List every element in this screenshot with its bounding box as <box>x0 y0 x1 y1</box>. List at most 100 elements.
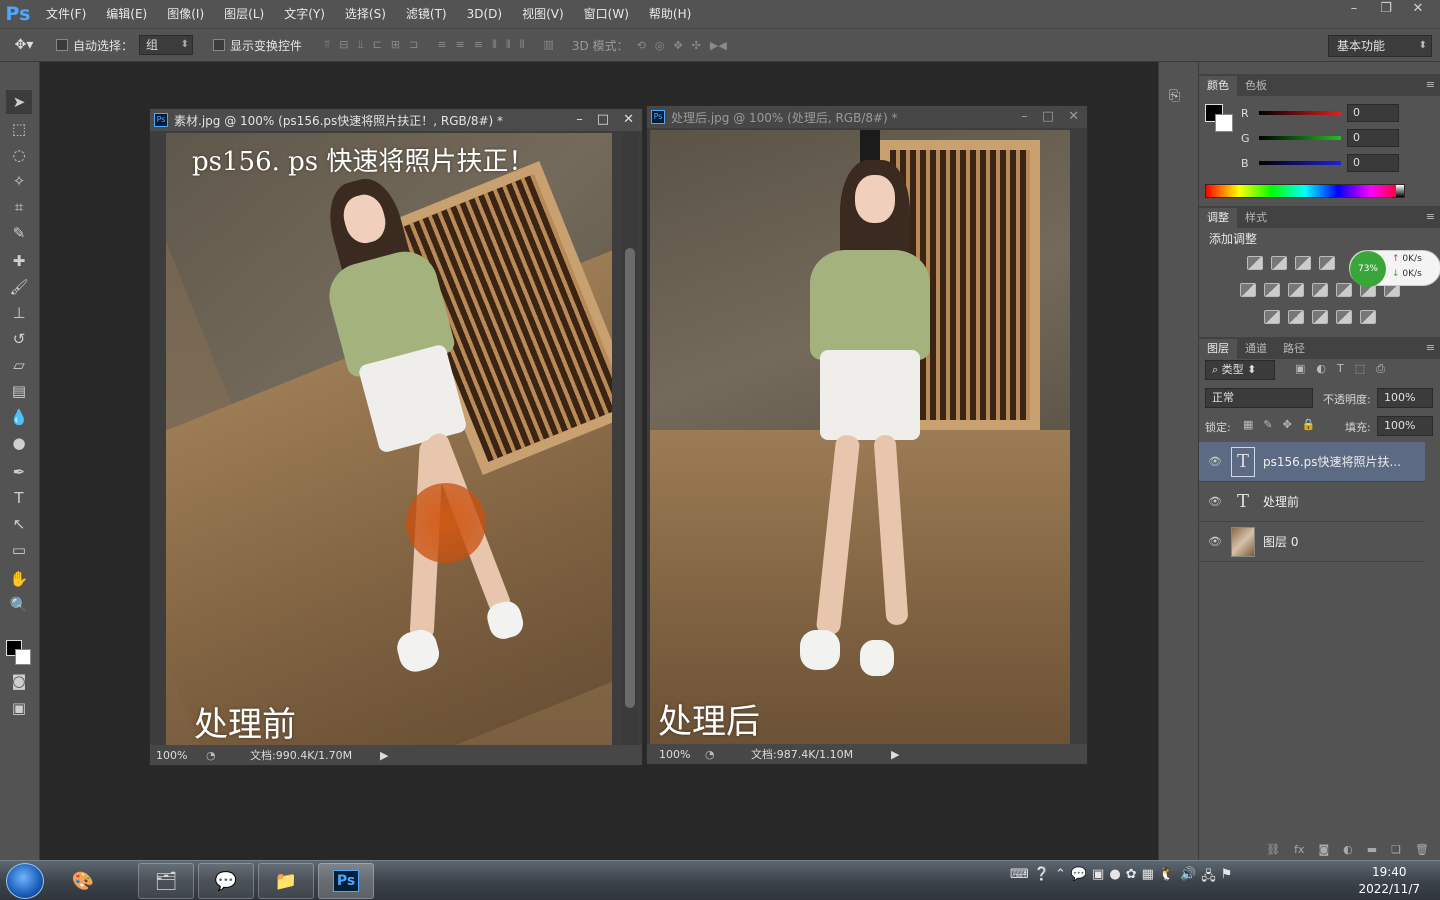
gradient-map-icon[interactable] <box>1360 310 1376 324</box>
align-vcenter-icon[interactable]: ⊟ <box>339 38 348 52</box>
doc-maximize-icon[interactable]: □ <box>1042 106 1054 128</box>
hue-saturation-icon[interactable] <box>1264 283 1280 297</box>
invert-icon[interactable] <box>1264 310 1280 324</box>
status-menu-arrow-icon[interactable]: ▶ <box>891 748 899 761</box>
qq-icon[interactable]: 🐧 <box>1159 867 1175 889</box>
distribute-left-icon[interactable]: ⦀ <box>492 38 497 52</box>
move-tool-preset-icon[interactable]: ✥▾ <box>0 37 48 53</box>
filter-smart-object-icon[interactable]: ⎙ <box>1376 362 1385 376</box>
selective-color-icon[interactable] <box>1336 310 1352 324</box>
menu-image[interactable]: 图像(I) <box>157 0 214 28</box>
hand-tool-icon[interactable]: ✋ <box>6 567 32 591</box>
close-button[interactable]: ✕ <box>1404 0 1432 20</box>
tray-app-icon[interactable]: ▣ <box>1092 867 1104 889</box>
panel-menu-icon[interactable]: ≡ <box>1426 210 1435 223</box>
start-button[interactable] <box>6 863 44 899</box>
taskbar-app-icon[interactable]: 🗂 <box>138 863 194 899</box>
healing-brush-tool-icon[interactable]: ✚ <box>6 249 32 273</box>
align-top-icon[interactable]: ⫪ <box>324 38 330 52</box>
panel-menu-icon[interactable]: ≡ <box>1426 78 1435 91</box>
status-info-icon[interactable]: ◔ <box>206 749 222 762</box>
fill-field[interactable]: 100% <box>1377 416 1433 436</box>
3d-slide-icon[interactable]: ✣ <box>692 39 701 52</box>
canvas[interactable]: 处理后 <box>650 130 1070 746</box>
quick-mask-icon[interactable]: ◙ <box>6 669 32 693</box>
zoom-tool-icon[interactable]: 🔍 <box>6 593 32 617</box>
tab-layers[interactable]: 图层 <box>1199 339 1237 359</box>
crop-tool-icon[interactable]: ⌗ <box>6 195 32 219</box>
black-white-icon[interactable] <box>1312 283 1328 297</box>
doc-maximize-icon[interactable]: □ <box>597 109 609 131</box>
slider-r-track[interactable] <box>1259 111 1341 115</box>
scrollbar-thumb[interactable] <box>625 248 635 708</box>
pen-tool-icon[interactable]: ✒ <box>6 460 32 484</box>
align-right-icon[interactable]: ⊐ <box>409 38 418 52</box>
status-info-icon[interactable]: ◔ <box>705 748 721 761</box>
status-menu-arrow-icon[interactable]: ▶ <box>380 749 388 762</box>
doc-close-icon[interactable]: ✕ <box>1068 106 1079 128</box>
menu-file[interactable]: 文件(F) <box>36 0 96 28</box>
show-transform-checkbox[interactable] <box>213 39 226 51</box>
vibrance-icon[interactable] <box>1240 283 1256 297</box>
dodge-tool-icon[interactable]: ● <box>6 431 32 455</box>
doc-minimize-icon[interactable]: – <box>576 109 583 131</box>
document-title-bar[interactable]: Ps 素材.jpg @ 100% (ps156.ps快速将照片扶正！, RGB/… <box>150 109 642 131</box>
menu-type[interactable]: 文字(Y) <box>274 0 335 28</box>
auto-align-icon[interactable]: ▥ <box>544 38 554 52</box>
layer-row[interactable]: 👁 图层 0 <box>1199 522 1425 562</box>
screen-mode-icon[interactable]: ▣ <box>6 696 32 720</box>
tab-channels[interactable]: 通道 <box>1237 339 1275 359</box>
menu-help[interactable]: 帮助(H) <box>639 0 701 28</box>
photo-filter-icon[interactable] <box>1336 283 1352 297</box>
distribute-top-icon[interactable]: ≡ <box>437 38 446 52</box>
eyedropper-tool-icon[interactable]: ✎ <box>6 221 32 245</box>
blend-mode-dropdown[interactable]: 正常 <box>1205 388 1313 408</box>
visibility-eye-icon[interactable]: 👁 <box>1199 535 1231 548</box>
tab-styles[interactable]: 样式 <box>1237 208 1275 228</box>
delete-layer-icon[interactable]: 🗑 <box>1415 840 1429 860</box>
tray-app-icon[interactable]: ▦ <box>1142 867 1154 889</box>
menu-view[interactable]: 视图(V) <box>512 0 574 28</box>
lock-transparent-icon[interactable]: ▦ <box>1243 418 1253 431</box>
levels-icon[interactable] <box>1271 256 1287 270</box>
blur-tool-icon[interactable]: 💧 <box>6 405 32 429</box>
magic-wand-tool-icon[interactable]: ✧ <box>6 169 32 193</box>
filter-type-icon[interactable]: T <box>1337 362 1344 376</box>
menu-select[interactable]: 选择(S) <box>335 0 396 28</box>
menu-layer[interactable]: 图层(L) <box>214 0 274 28</box>
distribute-bottom-icon[interactable]: ≡ <box>474 38 483 52</box>
align-hcenter-icon[interactable]: ⊞ <box>391 38 400 52</box>
history-brush-tool-icon[interactable]: ↺ <box>6 327 32 351</box>
3d-rotate-icon[interactable]: ⟲ <box>637 39 646 52</box>
restore-button[interactable]: ❐ <box>1372 0 1400 20</box>
align-bottom-icon[interactable]: ⫫ <box>357 38 363 52</box>
panel-menu-icon[interactable]: ≡ <box>1426 341 1435 354</box>
flag-icon[interactable]: ⚑ <box>1221 867 1233 889</box>
path-selection-tool-icon[interactable]: ↖ <box>6 512 32 536</box>
slider-g-track[interactable] <box>1259 136 1341 140</box>
minimize-button[interactable]: – <box>1340 0 1368 20</box>
3d-roll-icon[interactable]: ◎ <box>655 39 665 52</box>
color-spectrum-bar[interactable] <box>1205 184 1405 198</box>
file-explorer-icon[interactable]: 📁 <box>258 863 314 899</box>
3d-drag-icon[interactable]: ✥ <box>673 39 682 52</box>
tab-color[interactable]: 颜色 <box>1199 76 1237 96</box>
slider-b-track[interactable] <box>1259 161 1341 165</box>
zoom-level[interactable]: 100% <box>659 748 705 761</box>
lasso-tool-icon[interactable]: ◌ <box>6 143 32 167</box>
distribute-right-icon[interactable]: ⦀ <box>520 38 525 52</box>
new-adjustment-icon[interactable]: ◐ <box>1343 840 1353 860</box>
taskbar-clock[interactable]: 19:40 2022/11/7 <box>1358 864 1420 898</box>
visibility-eye-icon[interactable]: 👁 <box>1199 495 1231 508</box>
brightness-contrast-icon[interactable] <box>1247 256 1263 270</box>
photoshop-taskbar-icon[interactable]: Ps <box>318 863 374 899</box>
layer-filter-dropdown[interactable]: ⌕ 类型 ⬍ <box>1205 360 1275 380</box>
workspace-dropdown[interactable]: 基本功能 <box>1328 35 1432 57</box>
add-mask-icon[interactable]: ◙ <box>1318 840 1329 860</box>
gradient-tool-icon[interactable]: ▤ <box>6 379 32 403</box>
new-layer-icon[interactable]: ❏ <box>1391 840 1401 860</box>
type-tool-icon[interactable]: T <box>6 486 32 510</box>
tray-app-icon[interactable]: ✿ <box>1126 867 1137 889</box>
menu-filter[interactable]: 滤镜(T) <box>396 0 457 28</box>
exposure-icon[interactable] <box>1319 256 1335 270</box>
